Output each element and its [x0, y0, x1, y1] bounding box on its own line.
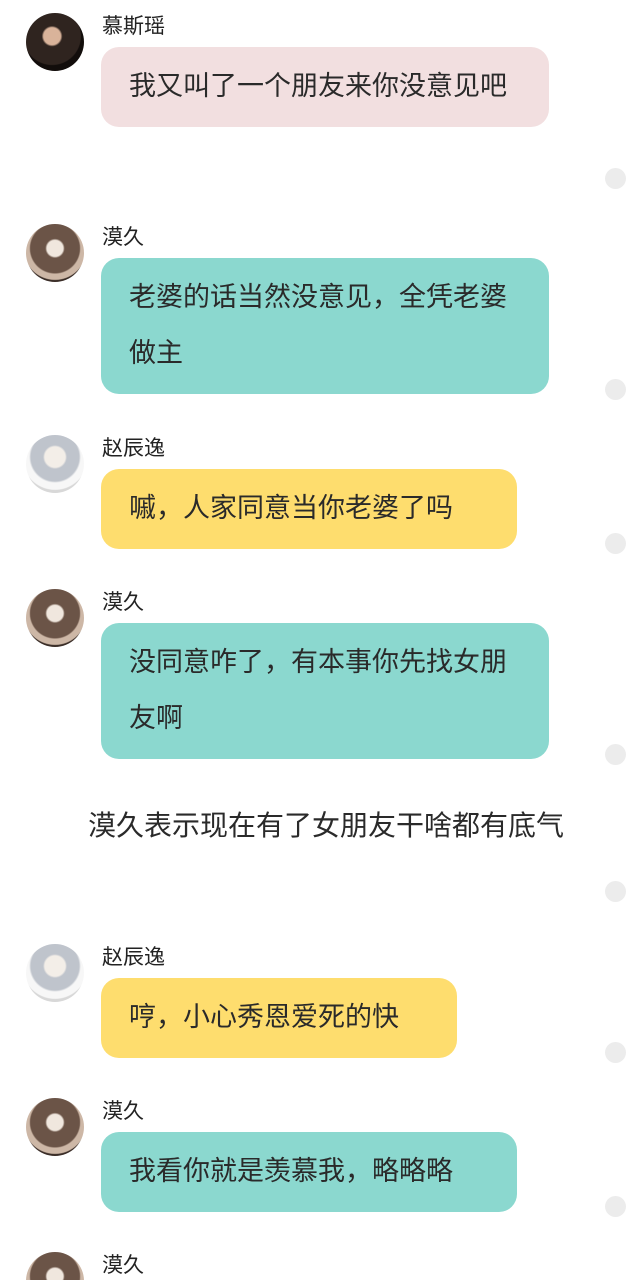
- status-dot: [605, 533, 626, 554]
- avatar[interactable]: [26, 944, 84, 1002]
- status-dot: [605, 1042, 626, 1063]
- avatar[interactable]: [26, 1252, 84, 1280]
- message-bubble[interactable]: 嘁，人家同意当你老婆了吗: [101, 469, 517, 549]
- chat-area: 慕斯瑶 我又叫了一个朋友来你没意见吧 漠久 老婆的话当然没意见，全凭老婆做主 赵…: [0, 0, 640, 1280]
- status-dot: [605, 744, 626, 765]
- sender-name: 赵辰逸: [102, 945, 165, 969]
- message-bubble[interactable]: 哼，小心秀恩爱死的快: [101, 978, 457, 1058]
- sender-name: 漠久: [102, 1099, 144, 1123]
- avatar[interactable]: [26, 1098, 84, 1156]
- sender-name: 漠久: [102, 590, 144, 614]
- message-bubble[interactable]: 老婆的话当然没意见，全凭老婆做主: [101, 258, 549, 394]
- sender-name: 漠久: [102, 225, 144, 249]
- chat-message: 漠久: [0, 1252, 640, 1280]
- message-bubble[interactable]: 我看你就是羡慕我，略略略: [101, 1132, 517, 1212]
- avatar[interactable]: [26, 435, 84, 493]
- avatar[interactable]: [26, 13, 84, 71]
- status-dot: [605, 379, 626, 400]
- status-dot: [605, 881, 626, 902]
- sender-name: 赵辰逸: [102, 436, 165, 460]
- message-bubble[interactable]: 没同意咋了，有本事你先找女朋友啊: [101, 623, 549, 759]
- status-dot: [605, 1196, 626, 1217]
- message-bubble[interactable]: 我又叫了一个朋友来你没意见吧: [101, 47, 549, 127]
- status-dot: [605, 168, 626, 189]
- avatar[interactable]: [26, 224, 84, 282]
- avatar[interactable]: [26, 589, 84, 647]
- sender-name: 慕斯瑶: [102, 14, 165, 38]
- sender-name: 漠久: [102, 1253, 144, 1277]
- narration-text: 漠久表示现在有了女朋友干啥都有底气: [88, 809, 565, 842]
